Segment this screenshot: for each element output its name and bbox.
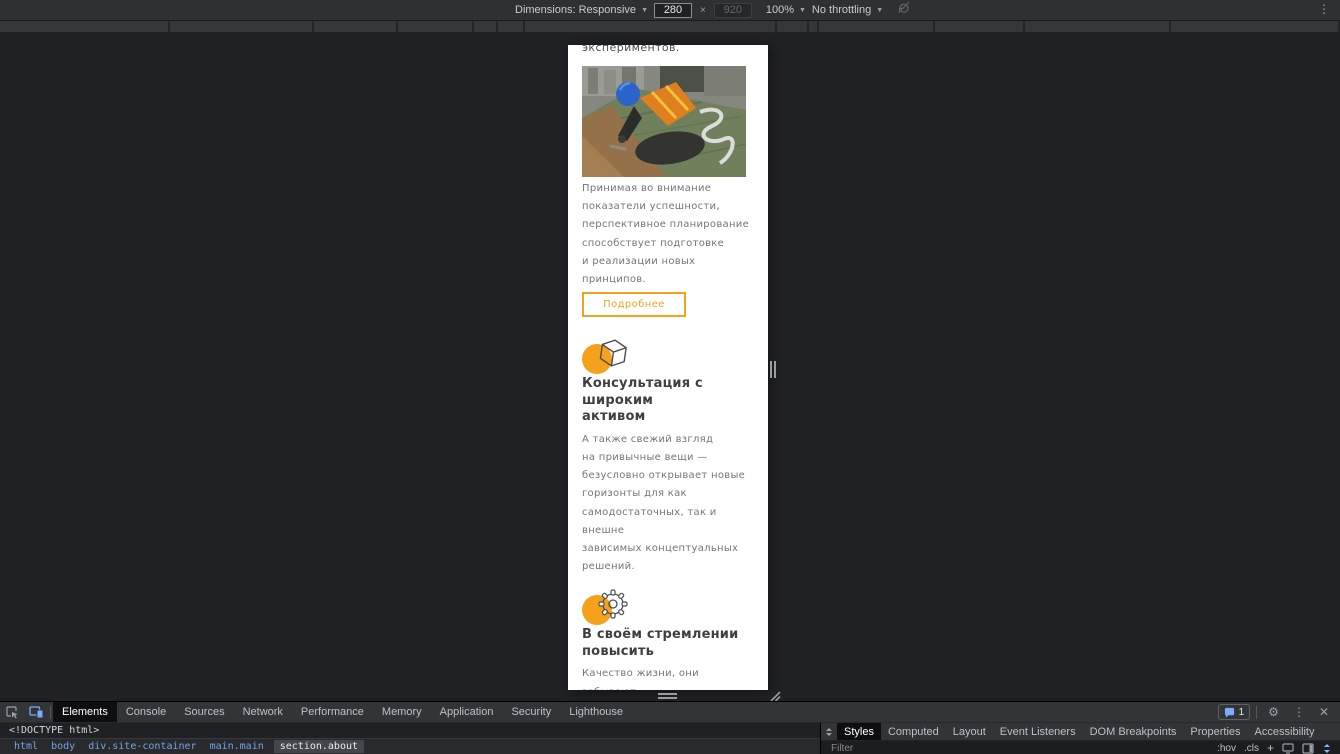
viewport-width-input[interactable] [654, 2, 692, 18]
feature-title: В своём стремлении повысить [582, 627, 739, 659]
tab-application[interactable]: Application [431, 702, 503, 722]
clipped-paragraph-line: экспериментов. [582, 45, 680, 54]
tab-network[interactable]: Network [234, 702, 292, 722]
resize-handle-right[interactable] [770, 361, 776, 378]
kebab-menu-icon[interactable]: ⋮ [1288, 706, 1310, 718]
rotate-viewport-icon[interactable] [897, 1, 910, 19]
sidebar-tab-bar: Styles Computed Layout Event Listeners D… [821, 723, 1340, 741]
chevron-down-icon: ▼ [876, 6, 884, 14]
media-query-segment[interactable] [498, 21, 523, 32]
settings-gear-icon[interactable]: ⚙ [1263, 706, 1284, 718]
device-toolbar-toggle-icon[interactable] [24, 702, 48, 722]
expand-collapse-icon[interactable] [1322, 743, 1332, 754]
tab-event-listeners[interactable]: Event Listeners [993, 723, 1083, 740]
styles-filter-input[interactable] [829, 741, 1210, 754]
toolbar-divider [1256, 705, 1258, 719]
dom-tree-node[interactable]: <!DOCTYPE html> [0, 723, 820, 738]
toolbar-divider [50, 705, 51, 719]
toggle-element-state-button[interactable]: :hov [1217, 743, 1236, 754]
breadcrumb-body[interactable]: body [51, 741, 75, 752]
media-query-segment[interactable] [819, 21, 933, 32]
feature-title: Консультация с широким активом [582, 376, 703, 425]
media-query-segment[interactable] [0, 21, 168, 32]
breadcrumb-section-about[interactable]: section.about [273, 739, 365, 753]
tab-properties[interactable]: Properties [1183, 723, 1247, 740]
styles-sidebar: Styles Computed Layout Event Listeners D… [821, 723, 1340, 754]
tab-elements[interactable]: Elements [53, 702, 117, 722]
tab-performance[interactable]: Performance [292, 702, 373, 722]
tab-styles[interactable]: Styles [837, 723, 881, 740]
media-query-segment[interactable] [777, 21, 807, 32]
rendering-emulations-icon[interactable] [1282, 742, 1294, 754]
throttling-dropdown[interactable]: No throttling ▼ [812, 4, 883, 16]
throttling-value: No throttling [811, 4, 872, 16]
dimensions-times-label: × [700, 4, 706, 16]
media-query-segment[interactable] [935, 21, 1023, 32]
media-query-segment[interactable] [525, 21, 775, 32]
feature-paragraph: Качество жизни, они забывают, что сплочё… [582, 668, 699, 690]
issues-count: 1 [1238, 706, 1245, 718]
tab-dom-breakpoints[interactable]: DOM Breakpoints [1083, 723, 1184, 740]
tab-layout[interactable]: Layout [946, 723, 993, 740]
viewport-height-input[interactable] [713, 2, 752, 18]
tab-memory[interactable]: Memory [373, 702, 431, 722]
element-classes-button[interactable]: .cls [1244, 743, 1259, 754]
tab-security[interactable]: Security [502, 702, 560, 722]
media-query-bar [0, 21, 1340, 32]
media-query-segment[interactable] [314, 21, 396, 32]
media-query-segment[interactable] [1171, 21, 1338, 32]
kebab-menu-icon[interactable]: ⋮ [1318, 2, 1330, 16]
tab-accessibility[interactable]: Accessibility [1248, 723, 1322, 740]
tab-sources[interactable]: Sources [175, 702, 233, 722]
devtools-tab-bar: Elements Console Sources Network Perform… [0, 702, 1340, 723]
inspect-element-icon[interactable] [0, 702, 24, 722]
feature-paragraph: А также свежий взгляд на привычные вещи … [582, 433, 746, 573]
issues-button[interactable]: 1 [1217, 704, 1251, 720]
device-mode-toolbar: Dimensions: Responsive ▼ × 100% ▼ No thr… [0, 0, 1340, 21]
device-viewport: экспериментов. Принимая во внимание пока… [568, 45, 768, 690]
dimensions-label: Dimensions: Responsive [515, 4, 637, 16]
tab-computed[interactable]: Computed [881, 723, 946, 740]
breadcrumb-site-container[interactable]: div.site-container [88, 741, 196, 752]
elements-panel: <!DOCTYPE html> html body div.site-conta… [0, 723, 820, 754]
devtools-window: Dimensions: Responsive ▼ × 100% ▼ No thr… [0, 0, 1340, 754]
media-query-segment[interactable] [398, 21, 472, 32]
media-query-segment[interactable] [170, 21, 312, 32]
chevron-down-icon: ▼ [798, 6, 806, 14]
media-query-segment[interactable] [809, 21, 817, 32]
styles-toolbar: :hov .cls + [821, 741, 1340, 754]
issues-icon [1224, 707, 1234, 718]
devtools-dock: Elements Console Sources Network Perform… [0, 701, 1340, 754]
sidebar-collapse-icon[interactable] [821, 722, 837, 742]
gear-icon [582, 589, 628, 626]
breadcrumb: html body div.site-container main.main s… [0, 737, 820, 754]
dimensions-dropdown[interactable]: Dimensions: Responsive ▼ [515, 4, 648, 16]
construction-photo [582, 66, 746, 177]
breadcrumb-html[interactable]: html [14, 741, 38, 752]
article-paragraph: Принимая во внимание показатели успешнос… [582, 183, 750, 286]
media-query-segment[interactable] [474, 21, 496, 32]
tab-console[interactable]: Console [117, 702, 175, 722]
doctype-text: <!DOCTYPE html> [9, 724, 100, 736]
breadcrumb-main[interactable]: main.main [210, 741, 264, 752]
close-icon[interactable]: ✕ [1314, 706, 1334, 718]
media-query-segment[interactable] [1025, 21, 1169, 32]
resize-handle-bottom[interactable] [658, 693, 677, 699]
computed-styles-panel-icon[interactable] [1302, 742, 1314, 754]
chevron-down-icon: ▼ [641, 6, 648, 14]
more-button[interactable]: Подробнее [582, 292, 686, 318]
new-style-rule-button[interactable]: + [1267, 741, 1274, 754]
zoom-dropdown[interactable]: 100% ▼ [766, 4, 806, 16]
tab-lighthouse[interactable]: Lighthouse [560, 702, 632, 722]
cube-icon [582, 339, 627, 375]
zoom-value: 100% [765, 4, 794, 16]
